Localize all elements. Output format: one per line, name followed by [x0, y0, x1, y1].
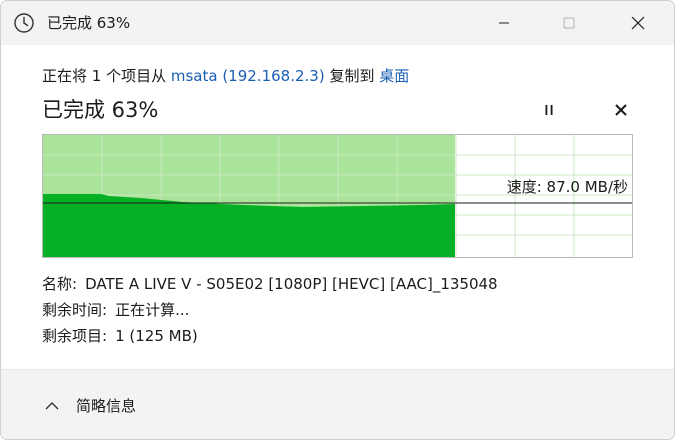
- items-remaining-value: 1 (125 MB): [115, 327, 198, 345]
- transfer-description: 正在将 1 个项目从 msata (192.168.2.3) 复制到 桌面: [42, 65, 409, 87]
- transfer-speed-graph: 速度: 87.0 MB/秒: [42, 134, 633, 258]
- maximize-button[interactable]: [546, 1, 592, 45]
- name-label: 名称:: [42, 275, 78, 293]
- progress-title: 已完成 63%: [42, 98, 159, 122]
- fewer-details-label: 简略信息: [76, 397, 137, 415]
- footer-bar: 简略信息: [1, 369, 674, 439]
- name-value: DATE A LIVE V - S05E02 [1080P] [HEVC] [A…: [85, 275, 498, 293]
- description-prefix: 正在将 1 个项目从: [42, 67, 171, 85]
- maximize-icon: [563, 17, 575, 29]
- copy-progress-window: 已完成 63% 正在将 1 个项目从 msata (192.168.2.3) 复…: [0, 0, 675, 440]
- time-remaining-row: 剩余时间: 正在计算...: [42, 299, 189, 321]
- close-button[interactable]: [615, 1, 661, 45]
- source-link[interactable]: msata (192.168.2.3): [171, 67, 325, 85]
- speed-label: 速度: 87.0 MB/秒: [506, 178, 628, 196]
- destination-link[interactable]: 桌面: [379, 67, 409, 85]
- window-title: 已完成 63%: [47, 14, 131, 32]
- fewer-details-toggle[interactable]: 简略信息: [45, 395, 136, 417]
- chevron-up-icon: [45, 402, 59, 410]
- time-remaining-value: 正在计算...: [115, 301, 190, 319]
- cancel-icon: [615, 104, 627, 116]
- items-remaining-label: 剩余项目:: [42, 327, 108, 345]
- minimize-icon: [499, 22, 509, 24]
- title-bar[interactable]: 已完成 63%: [1, 1, 674, 45]
- pause-button[interactable]: [536, 97, 562, 123]
- description-middle: 复制到: [324, 67, 380, 85]
- name-row: 名称: DATE A LIVE V - S05E02 [1080P] [HEVC]…: [42, 273, 498, 295]
- pause-icon: [545, 105, 553, 115]
- time-remaining-label: 剩余时间:: [42, 301, 108, 319]
- progress-content: 正在将 1 个项目从 msata (192.168.2.3) 复制到 桌面 已完…: [1, 45, 674, 369]
- cancel-button[interactable]: [608, 97, 634, 123]
- clock-icon: [13, 12, 35, 34]
- minimize-button[interactable]: [481, 1, 527, 45]
- items-remaining-row: 剩余项目: 1 (125 MB): [42, 325, 198, 347]
- close-icon: [631, 16, 645, 30]
